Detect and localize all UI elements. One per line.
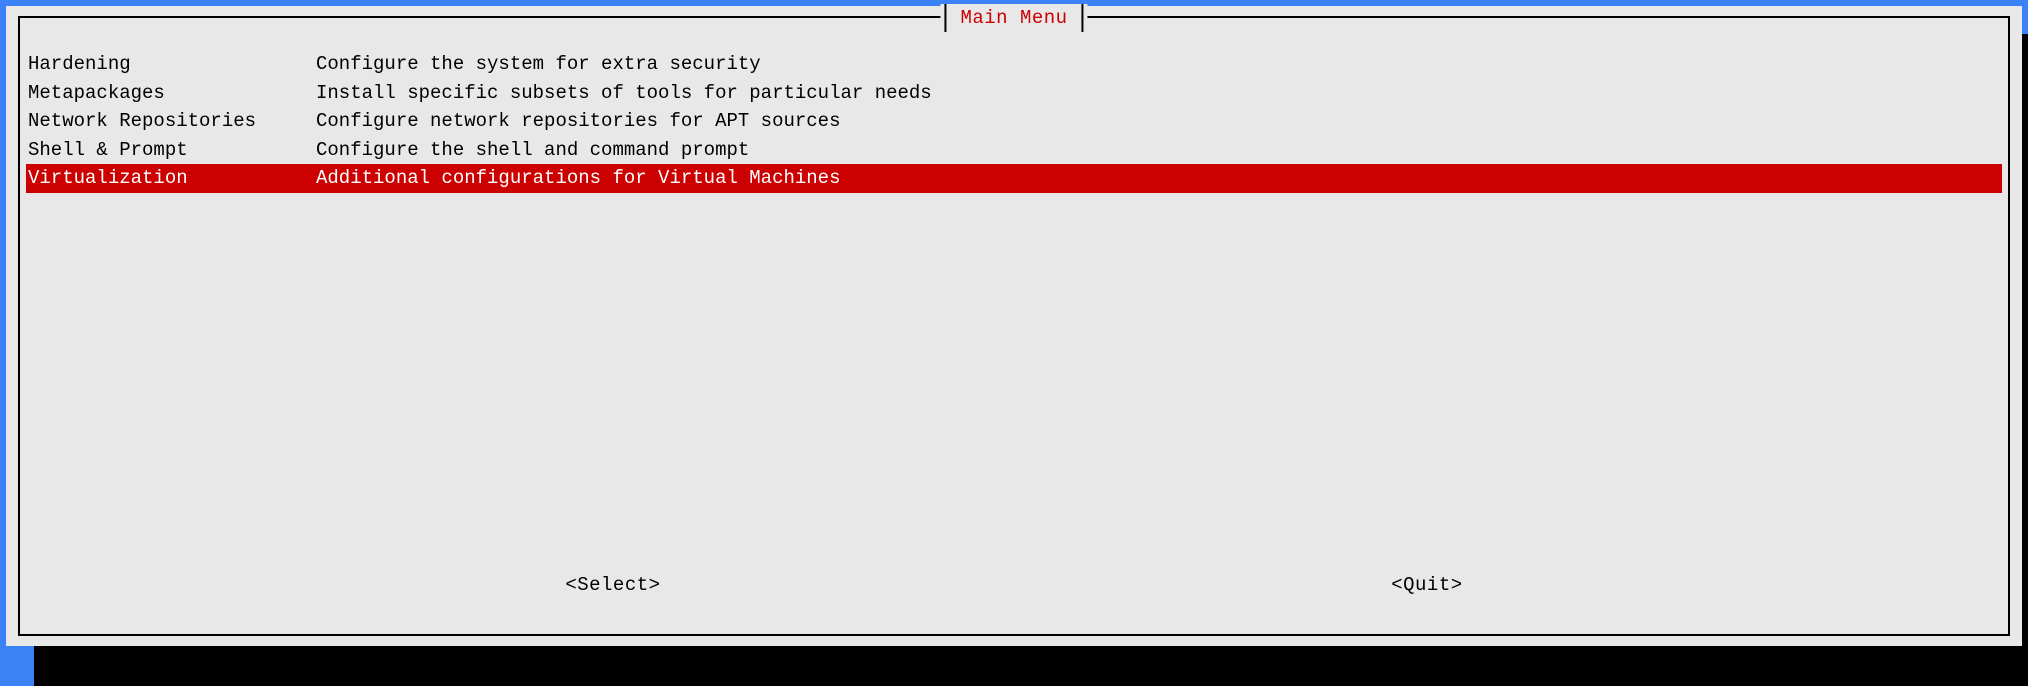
menu-item-desc: Configure the shell and command prompt [316, 137, 2002, 164]
menu-item-label: Virtualization [26, 165, 316, 192]
menu-item-label: Hardening [26, 51, 316, 78]
menu-item-desc: Install specific subsets of tools for pa… [316, 80, 2002, 107]
menu-item-shell-prompt[interactable]: Shell & Prompt Configure the shell and c… [26, 136, 2002, 165]
dialog-border: Main Menu Hardening Configure the system… [18, 16, 2010, 636]
menu-item-desc: Configure the system for extra security [316, 51, 2002, 78]
menu-item-virtualization[interactable]: Virtualization Additional configurations… [26, 164, 2002, 193]
title-border-right [1082, 4, 1084, 32]
select-button[interactable]: <Select> [565, 574, 660, 596]
dialog-title: Main Menu [946, 7, 1081, 29]
menu-item-network-repositories[interactable]: Network Repositories Configure network r… [26, 107, 2002, 136]
dialog-title-bar: Main Menu [940, 4, 1087, 32]
dialog-window: Main Menu Hardening Configure the system… [6, 6, 2022, 646]
menu-item-hardening[interactable]: Hardening Configure the system for extra… [26, 50, 2002, 79]
quit-button[interactable]: <Quit> [1391, 574, 1462, 596]
menu-item-metapackages[interactable]: Metapackages Install specific subsets of… [26, 79, 2002, 108]
menu-item-label: Network Repositories [26, 108, 316, 135]
menu-item-label: Shell & Prompt [26, 137, 316, 164]
menu-item-desc: Configure network repositories for APT s… [316, 108, 2002, 135]
menu-item-label: Metapackages [26, 80, 316, 107]
button-row: <Select> <Quit> [20, 574, 2008, 596]
menu-item-desc: Additional configurations for Virtual Ma… [316, 165, 2002, 192]
app-root: Main Menu Hardening Configure the system… [6, 6, 2022, 664]
menu-list: Hardening Configure the system for extra… [20, 40, 2008, 193]
